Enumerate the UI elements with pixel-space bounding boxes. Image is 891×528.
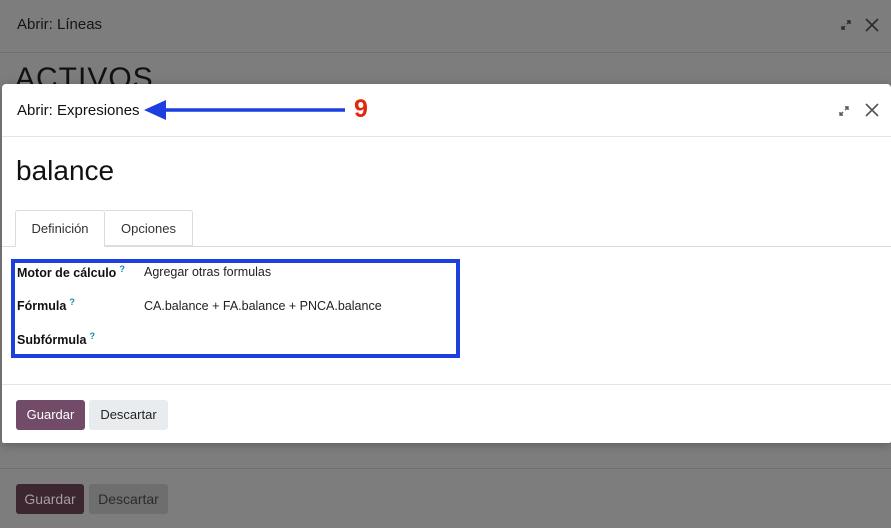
discard-button[interactable]: Descartar: [89, 400, 168, 430]
highlight-box: [11, 259, 460, 358]
record-title: balance: [16, 155, 115, 186]
close-icon[interactable]: [862, 15, 882, 35]
expressions-dialog: Abrir: Expresiones balance Definición Op…: [2, 84, 891, 443]
background-dialog-title: Abrir: Líneas: [17, 16, 103, 33]
background-discard-button[interactable]: Descartar: [89, 484, 168, 514]
expand-icon[interactable]: [834, 101, 854, 121]
dialog-header: Abrir: Expresiones: [2, 84, 891, 137]
background-save-button[interactable]: Guardar: [16, 484, 84, 514]
tab-bar: Definición Opciones: [2, 210, 891, 247]
tab-opciones[interactable]: Opciones: [105, 210, 193, 246]
annotation-number: 9: [354, 95, 368, 123]
annotation-arrow: [144, 100, 345, 120]
background-dialog-header: Abrir: Líneas: [0, 0, 891, 53]
tab-definicion[interactable]: Definición: [15, 210, 105, 247]
save-button[interactable]: Guardar: [16, 400, 85, 430]
close-icon[interactable]: [862, 100, 882, 120]
dialog-title: Abrir: Expresiones: [17, 102, 140, 119]
expand-icon[interactable]: [836, 15, 856, 35]
